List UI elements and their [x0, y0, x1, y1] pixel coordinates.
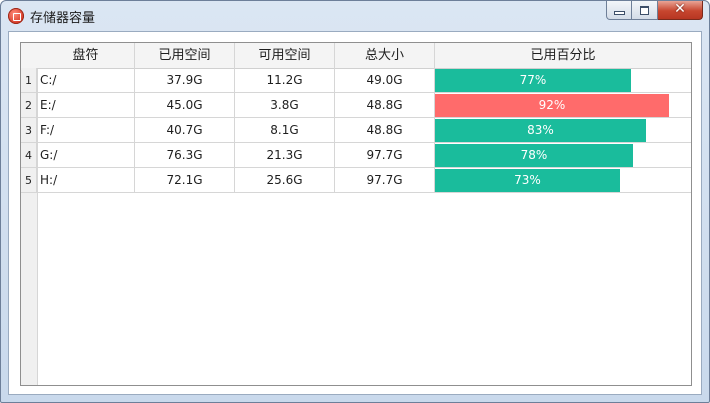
cell-used[interactable]: 45.0G [135, 93, 235, 118]
cell-drive[interactable]: G:/ [37, 143, 135, 168]
cell-percent[interactable]: 73% [435, 168, 691, 193]
title-bar[interactable]: 存储器容量 ✕ [1, 1, 709, 31]
cell-used[interactable]: 72.1G [135, 168, 235, 193]
column-header-drive[interactable]: 盘符 [37, 43, 135, 68]
cell-free[interactable]: 8.1G [235, 118, 335, 143]
cell-drive[interactable]: H:/ [37, 168, 135, 193]
cell-drive[interactable]: C:/ [37, 68, 135, 93]
column-header-total[interactable]: 总大小 [335, 43, 435, 68]
row-number[interactable]: 2 [21, 93, 37, 118]
client-area: 盘符 已用空间 可用空间 总大小 已用百分比 1 C:/37.9G 11.2G 49.0G 77… [8, 31, 702, 395]
usage-progress-bar: 83% [435, 119, 646, 142]
usage-progress-bar: 78% [435, 144, 633, 167]
usage-progress-bar: 77% [435, 69, 631, 92]
cell-drive[interactable]: E:/ [37, 93, 135, 118]
cell-drive[interactable]: F:/ [37, 118, 135, 143]
cell-total[interactable]: 97.7G [335, 168, 435, 193]
close-button[interactable]: ✕ [658, 1, 703, 20]
cell-total[interactable]: 48.8G [335, 93, 435, 118]
cell-used[interactable]: 76.3G [135, 143, 235, 168]
row-number[interactable]: 3 [21, 118, 37, 143]
cell-total[interactable]: 97.7G [335, 143, 435, 168]
cell-free[interactable]: 21.3G [235, 143, 335, 168]
cell-free[interactable]: 25.6G [235, 168, 335, 193]
table-row[interactable]: 3 F:/40.7G 8.1G 48.8G 83% [21, 118, 691, 143]
minimize-button[interactable] [606, 1, 632, 20]
cell-used[interactable]: 40.7G [135, 118, 235, 143]
app-icon[interactable] [8, 8, 24, 24]
caption-buttons: ✕ [606, 1, 703, 21]
cell-percent[interactable]: 83% [435, 118, 691, 143]
close-icon: ✕ [674, 1, 686, 17]
table-row[interactable]: 5 H:/72.1G 25.6G 97.7G 73% [21, 168, 691, 193]
cell-used[interactable]: 37.9G [135, 68, 235, 93]
table-row[interactable]: 2 E:/45.0G 3.8G 48.8G 92% [21, 93, 691, 118]
row-number[interactable]: 1 [21, 68, 37, 93]
column-header-percent[interactable]: 已用百分比 [435, 43, 691, 68]
cell-percent[interactable]: 77% [435, 68, 691, 93]
row-number[interactable]: 4 [21, 143, 37, 168]
window-title: 存储器容量 [30, 11, 96, 26]
column-header-used[interactable]: 已用空间 [135, 43, 235, 68]
cell-total[interactable]: 48.8G [335, 118, 435, 143]
cell-percent[interactable]: 78% [435, 143, 691, 168]
maximize-button[interactable] [632, 1, 658, 20]
cell-percent[interactable]: 92% [435, 93, 691, 118]
column-header-free[interactable]: 可用空间 [235, 43, 335, 68]
cell-free[interactable]: 11.2G [235, 68, 335, 93]
row-number[interactable]: 5 [21, 168, 37, 193]
storage-table[interactable]: 盘符 已用空间 可用空间 总大小 已用百分比 1 C:/37.9G 11.2G 49.0G 77… [20, 42, 692, 386]
usage-progress-bar: 92% [435, 94, 669, 117]
app-window: 存储器容量 ✕ 盘符 已用空间 可用空间 总大小 已用百分比 1 C:/37.9G 11.2… [0, 0, 710, 403]
table-row[interactable]: 4 G:/76.3G 21.3G 97.7G 78% [21, 143, 691, 168]
cell-free[interactable]: 3.8G [235, 93, 335, 118]
usage-progress-bar: 73% [435, 169, 620, 192]
cell-total[interactable]: 49.0G [335, 68, 435, 93]
table-row[interactable]: 1 C:/37.9G 11.2G 49.0G 77% [21, 68, 691, 93]
table-header: 盘符 已用空间 可用空间 总大小 已用百分比 [21, 43, 691, 69]
